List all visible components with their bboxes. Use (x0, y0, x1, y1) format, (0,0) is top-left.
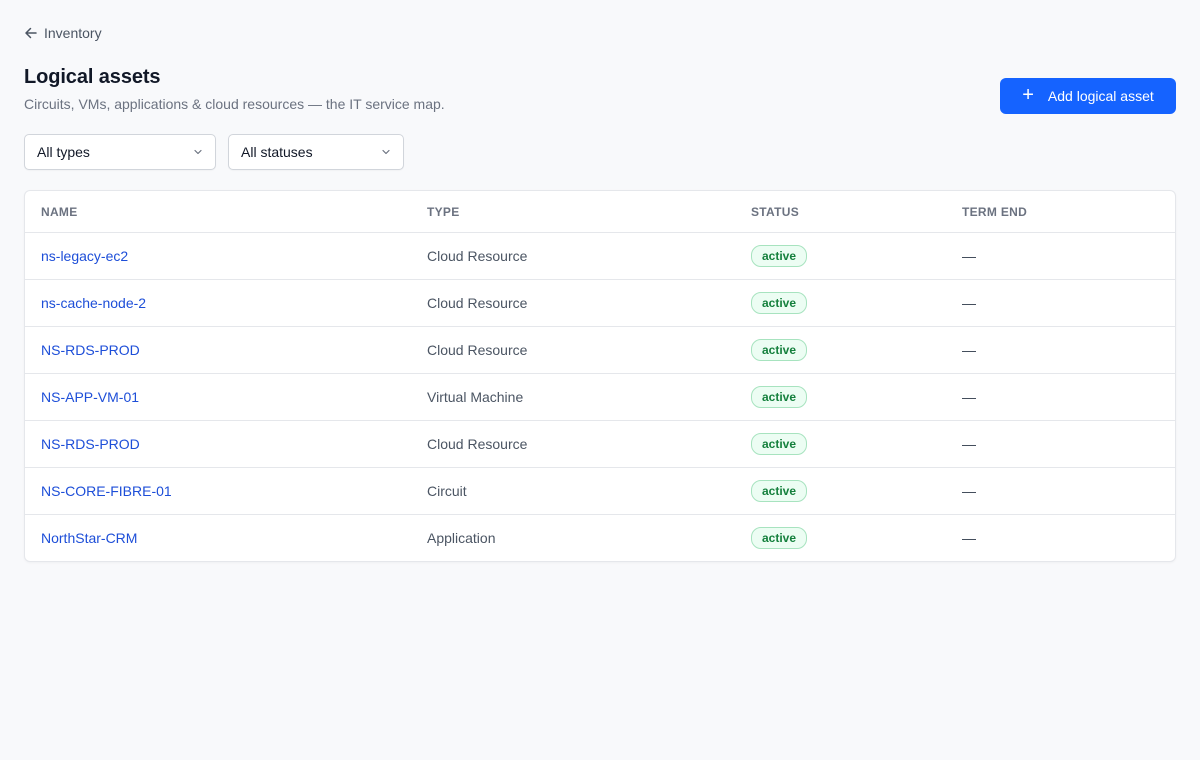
arrow-left-icon (24, 26, 38, 40)
table-row[interactable]: NS-APP-VM-01 Virtual Machine active — (25, 373, 1175, 420)
asset-name-link[interactable]: ns-cache-node-2 (41, 295, 146, 311)
table-row[interactable]: NorthStar-CRM Application active — (25, 514, 1175, 561)
asset-type: Application (427, 530, 496, 546)
back-link[interactable]: Inventory (24, 25, 102, 41)
term-end: — (962, 436, 976, 452)
asset-type: Cloud Resource (427, 295, 528, 311)
term-end: — (962, 295, 976, 311)
add-logical-asset-button[interactable]: + Add logical asset (1000, 78, 1176, 114)
type-filter-select[interactable]: All types (24, 134, 216, 170)
chevron-down-icon (381, 147, 391, 157)
table-row[interactable]: ns-cache-node-2 Cloud Resource active — (25, 279, 1175, 326)
status-badge: active (751, 292, 808, 314)
table-header-row: NAME TYPE STATUS TERM END (25, 191, 1175, 232)
asset-name-link[interactable]: NS-RDS-PROD (41, 436, 140, 452)
table-row[interactable]: NS-RDS-PROD Cloud Resource active — (25, 326, 1175, 373)
status-badge: active (751, 386, 808, 408)
plus-icon: + (1022, 84, 1034, 106)
asset-type: Circuit (427, 483, 467, 499)
term-end: — (962, 248, 976, 264)
asset-type: Cloud Resource (427, 436, 528, 452)
status-badge: active (751, 339, 808, 361)
page-title: Logical assets (24, 66, 161, 88)
back-link-label: Inventory (44, 25, 102, 41)
page: Inventory Logical assets Circuits, VMs, … (0, 0, 1200, 760)
column-header-name[interactable]: NAME (41, 191, 78, 232)
add-button-label: Add logical asset (1047, 88, 1154, 104)
asset-name-link[interactable]: ns-legacy-ec2 (41, 248, 128, 264)
type-filter-value: All types (37, 144, 90, 160)
asset-name-link[interactable]: NorthStar-CRM (41, 530, 137, 546)
status-filter-select[interactable]: All statuses (228, 134, 404, 170)
logical-assets-table: NAME TYPE STATUS TERM END ns-legacy-ec2 … (24, 190, 1176, 562)
asset-type: Cloud Resource (427, 248, 528, 264)
asset-name-link[interactable]: NS-CORE-FIBRE-01 (41, 483, 172, 499)
table-row[interactable]: NS-RDS-PROD Cloud Resource active — (25, 420, 1175, 467)
page-subtitle: Circuits, VMs, applications & cloud reso… (24, 96, 445, 112)
status-filter-value: All statuses (241, 144, 313, 160)
asset-type: Virtual Machine (427, 389, 524, 405)
column-header-term-end[interactable]: TERM END (962, 191, 1027, 232)
asset-name-link[interactable]: NS-RDS-PROD (41, 342, 140, 358)
column-header-status[interactable]: STATUS (751, 191, 799, 232)
status-badge: active (751, 245, 808, 267)
term-end: — (962, 389, 976, 405)
term-end: — (962, 342, 976, 358)
status-badge: active (751, 527, 808, 549)
chevron-down-icon (193, 147, 203, 157)
term-end: — (962, 483, 976, 499)
term-end: — (962, 530, 976, 546)
column-header-type[interactable]: TYPE (427, 191, 460, 232)
asset-type: Cloud Resource (427, 342, 528, 358)
table-row[interactable]: ns-legacy-ec2 Cloud Resource active — (25, 232, 1175, 279)
asset-name-link[interactable]: NS-APP-VM-01 (41, 389, 139, 405)
status-badge: active (751, 480, 808, 502)
table-row[interactable]: NS-CORE-FIBRE-01 Circuit active — (25, 467, 1175, 514)
status-badge: active (751, 433, 808, 455)
